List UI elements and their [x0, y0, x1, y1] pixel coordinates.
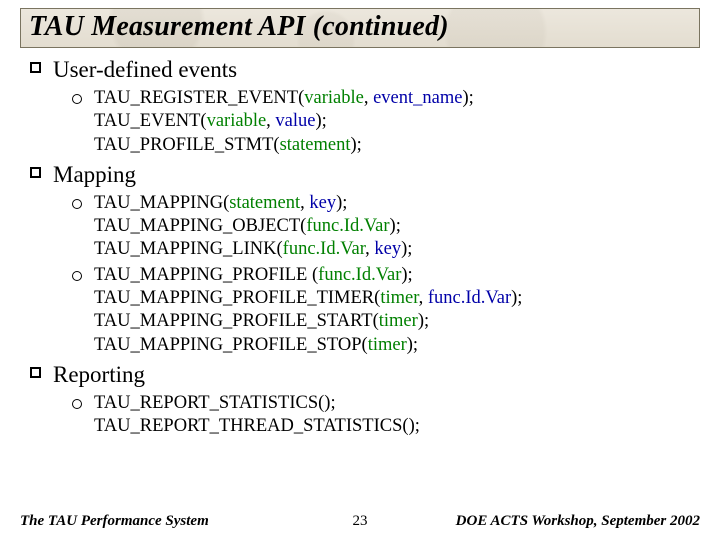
function-name: TAU_EVENT [94, 111, 200, 131]
code-line: TAU_MAPPING_PROFILE_TIMER(timer, func.Id… [94, 287, 522, 310]
level1-item: User-defined events [26, 56, 700, 85]
param: key [309, 193, 336, 213]
code-lines: TAU_REGISTER_EVENT(variable, event_name)… [94, 87, 474, 157]
circle-bullet-icon [72, 199, 82, 209]
param: timer [368, 335, 407, 355]
level2-group: TAU_MAPPING(statement, key);TAU_MAPPING_… [26, 192, 700, 357]
function-name: TAU_MAPPING_OBJECT [94, 216, 300, 236]
slide-number: 23 [353, 513, 368, 530]
code-line: TAU_PROFILE_STMT(statement); [94, 134, 474, 157]
square-bullet-icon [30, 62, 41, 73]
square-bullet-icon [30, 167, 41, 178]
function-name: TAU_REPORT_STATISTICS [94, 393, 318, 413]
function-name: TAU_REPORT_THREAD_STATISTICS [94, 416, 402, 436]
code-line: TAU_REPORT_STATISTICS(); [94, 392, 420, 415]
param: value [275, 111, 315, 131]
param: event_name [373, 88, 462, 108]
slide-content: User-defined eventsTAU_REGISTER_EVENT(va… [20, 56, 700, 438]
function-name: TAU_MAPPING_PROFILE [94, 265, 312, 285]
level1-item: Mapping [26, 161, 700, 190]
level2-item: TAU_REGISTER_EVENT(variable, event_name)… [72, 87, 700, 157]
square-bullet-icon [30, 367, 41, 378]
footer-left: The TAU Performance System [20, 513, 209, 530]
param-sep: , [364, 88, 373, 108]
code-line: TAU_REGISTER_EVENT(variable, event_name)… [94, 87, 474, 110]
param: timer [379, 311, 418, 331]
param: func.Id.Var [428, 288, 511, 308]
circle-bullet-icon [72, 94, 82, 104]
code-line: TAU_EVENT(variable, value); [94, 110, 474, 133]
code-lines: TAU_MAPPING_PROFILE (func.Id.Var);TAU_MA… [94, 264, 522, 357]
level2-item: TAU_REPORT_STATISTICS();TAU_REPORT_THREA… [72, 392, 700, 439]
level2-group: TAU_REGISTER_EVENT(variable, event_name)… [26, 87, 700, 157]
slide: TAU Measurement API (continued) User-def… [0, 0, 720, 540]
code-line: TAU_MAPPING(statement, key); [94, 192, 412, 215]
level2-item: TAU_MAPPING(statement, key);TAU_MAPPING_… [72, 192, 700, 262]
code-line: TAU_MAPPING_PROFILE (func.Id.Var); [94, 264, 522, 287]
level1-item: Reporting [26, 361, 700, 390]
circle-bullet-icon [72, 271, 82, 281]
function-name: TAU_MAPPING_PROFILE_STOP [94, 335, 362, 355]
level1-heading: User-defined events [53, 56, 237, 85]
title-box: TAU Measurement API (continued) [20, 8, 700, 48]
param: variable [304, 88, 364, 108]
code-lines: TAU_REPORT_STATISTICS();TAU_REPORT_THREA… [94, 392, 420, 439]
function-name: TAU_REGISTER_EVENT [94, 88, 298, 108]
slide-title: TAU Measurement API (continued) [29, 11, 691, 43]
param: variable [207, 111, 267, 131]
code-line: TAU_REPORT_THREAD_STATISTICS(); [94, 415, 420, 438]
function-name: TAU_MAPPING_LINK [94, 239, 277, 259]
param: key [374, 239, 401, 259]
code-line: TAU_MAPPING_LINK(func.Id.Var, key); [94, 238, 412, 261]
param: func.Id.Var [306, 216, 389, 236]
level1-heading: Reporting [53, 361, 145, 390]
param: func.Id.Var [283, 239, 365, 259]
level2-group: TAU_REPORT_STATISTICS();TAU_REPORT_THREA… [26, 392, 700, 439]
level1-heading: Mapping [53, 161, 136, 190]
param: timer [380, 288, 418, 308]
code-line: TAU_MAPPING_PROFILE_STOP(timer); [94, 334, 522, 357]
footer-right: DOE ACTS Workshop, September 2002 [456, 513, 700, 530]
code-line: TAU_MAPPING_OBJECT(func.Id.Var); [94, 215, 412, 238]
param-sep: , [419, 288, 428, 308]
footer: The TAU Performance System 23 DOE ACTS W… [0, 513, 720, 530]
level2-item: TAU_MAPPING_PROFILE (func.Id.Var);TAU_MA… [72, 264, 700, 357]
param: statement [280, 135, 351, 155]
circle-bullet-icon [72, 399, 82, 409]
param-sep: , [300, 193, 309, 213]
param: func.Id.Var [318, 265, 401, 285]
code-lines: TAU_MAPPING(statement, key);TAU_MAPPING_… [94, 192, 412, 262]
function-name: TAU_MAPPING [94, 193, 223, 213]
code-line: TAU_MAPPING_PROFILE_START(timer); [94, 310, 522, 333]
function-name: TAU_MAPPING_PROFILE_TIMER [94, 288, 374, 308]
param: statement [229, 193, 300, 213]
function-name: TAU_MAPPING_PROFILE_START [94, 311, 373, 331]
function-name: TAU_PROFILE_STMT [94, 135, 273, 155]
